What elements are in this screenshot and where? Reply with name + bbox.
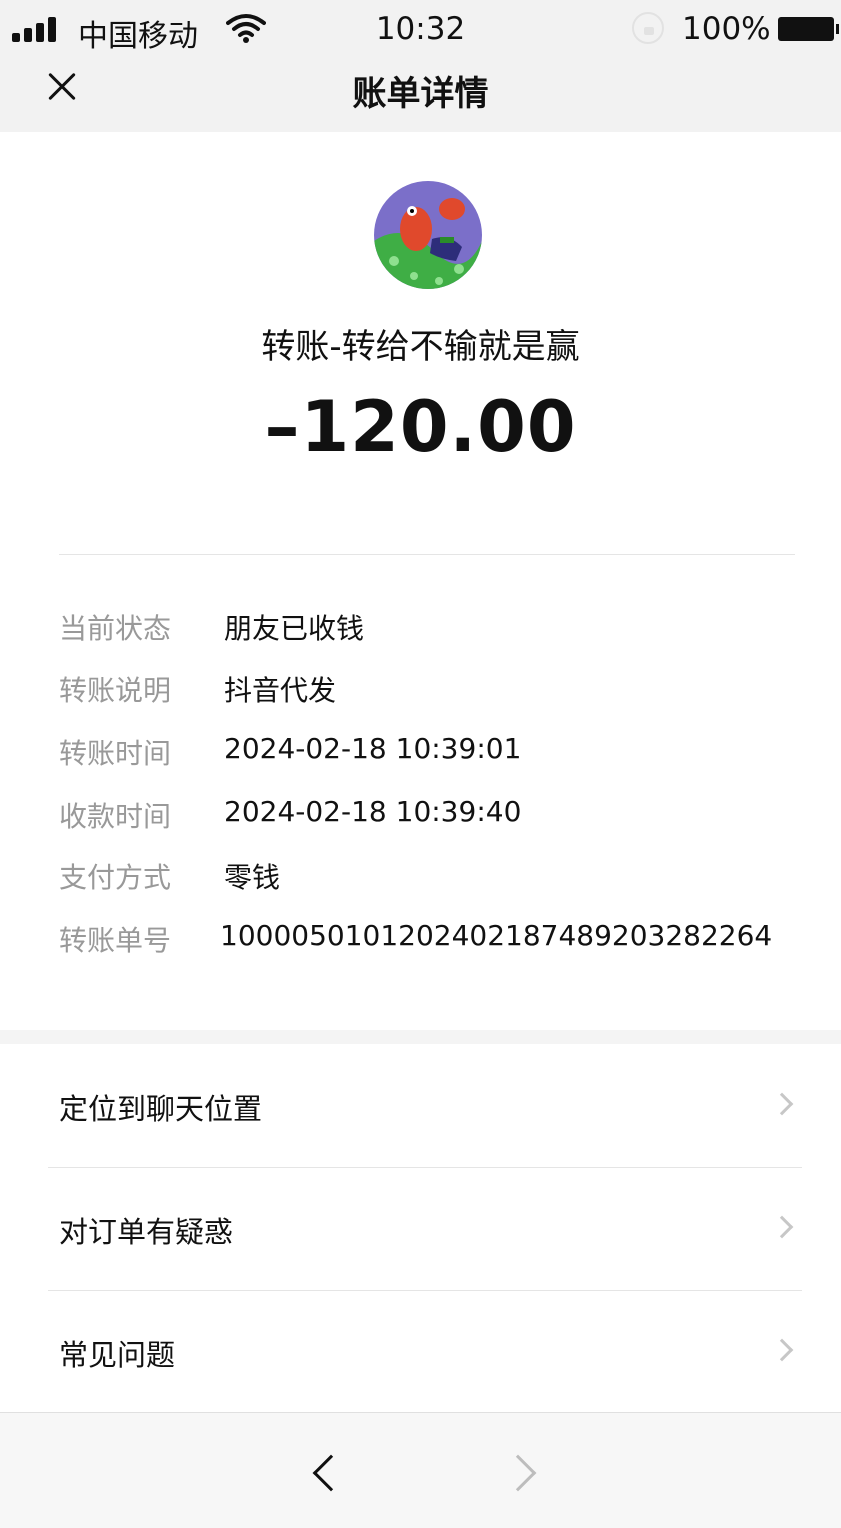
- chevron-right-icon: [770, 1215, 794, 1239]
- transfer-title: 转账-转给不输就是赢: [261, 327, 580, 367]
- detail-label: 转账单号: [59, 924, 172, 957]
- detail-row-payment-method: 支付方式 零钱: [0, 856, 841, 896]
- transfer-amount: –120.00: [264, 386, 577, 468]
- orientation-lock-icon: [632, 12, 664, 44]
- section-separator: [0, 1030, 841, 1044]
- chevron-right-icon: [770, 1338, 794, 1362]
- faq-item[interactable]: 常见问题: [0, 1291, 841, 1413]
- detail-value: 2024-02-18 10:39:01: [224, 732, 522, 765]
- chevron-right-icon: [770, 1092, 794, 1116]
- detail-label: 转账说明: [59, 674, 172, 707]
- bill-detail-screen: 中国移动 10:32 100% 账单详情 转账-转给不输就是赢 –120.00 …: [0, 0, 841, 1528]
- detail-value: 抖音代发: [224, 674, 337, 707]
- navigation-bar: 账单详情: [0, 58, 841, 132]
- menu-item-label: 对订单有疑惑: [59, 1215, 234, 1249]
- page-title: 账单详情: [352, 74, 489, 114]
- detail-row-note: 转账说明 抖音代发: [0, 669, 841, 709]
- back-arrow-icon[interactable]: [312, 1454, 350, 1492]
- detail-label: 当前状态: [59, 612, 172, 645]
- detail-label: 收款时间: [59, 800, 172, 833]
- detail-label: 支付方式: [59, 861, 172, 894]
- payee-avatar: [374, 181, 482, 289]
- divider: [59, 554, 795, 555]
- detail-row-receive-time: 收款时间 2024-02-18 10:39:40: [0, 795, 841, 835]
- locate-chat-position-item[interactable]: 定位到聊天位置: [0, 1045, 841, 1167]
- detail-value: 2024-02-18 10:39:40: [224, 795, 522, 828]
- detail-row-order-number: 转账单号 1000050101202402187489203282264: [0, 919, 841, 959]
- forward-arrow-icon[interactable]: [499, 1454, 537, 1492]
- detail-value: 1000050101202402187489203282264: [220, 919, 773, 952]
- detail-row-status: 当前状态 朋友已收钱: [0, 607, 841, 647]
- detail-label: 转账时间: [59, 737, 172, 770]
- menu-item-label: 定位到聊天位置: [59, 1092, 263, 1126]
- browser-toolbar: [0, 1412, 841, 1528]
- detail-row-transfer-time: 转账时间 2024-02-18 10:39:01: [0, 732, 841, 772]
- detail-value: 零钱: [224, 861, 281, 894]
- status-bar: 中国移动 10:32 100%: [0, 0, 841, 58]
- detail-value: 朋友已收钱: [224, 612, 365, 645]
- battery-percentage: 100%: [682, 11, 771, 47]
- battery-icon: [778, 17, 839, 41]
- order-question-item[interactable]: 对订单有疑惑: [0, 1168, 841, 1290]
- menu-item-label: 常见问题: [59, 1338, 176, 1372]
